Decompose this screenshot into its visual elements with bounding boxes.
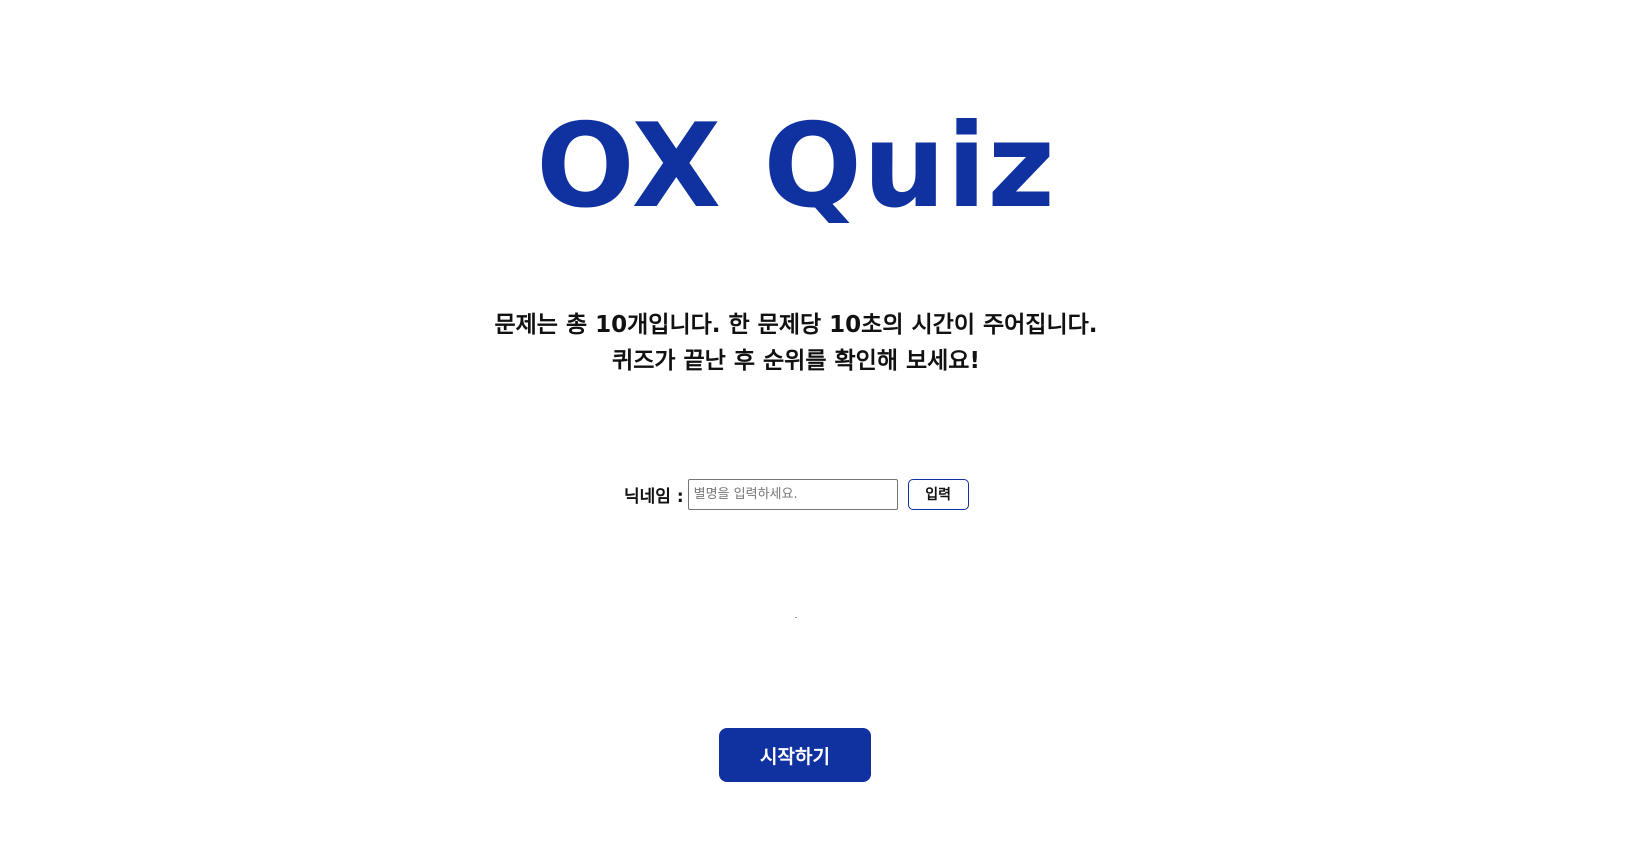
instructions-line-2: 퀴즈가 끝난 후 순위를 확인해 보세요! bbox=[612, 348, 980, 374]
nickname-label: 닉네임 : bbox=[624, 486, 684, 507]
page-title: OX Quiz bbox=[536, 99, 1056, 234]
quiz-instructions: 문제는 총 10개입니다. 한 문제당 10초의 시간이 주어집니다. 퀴즈가 … bbox=[0, 307, 1592, 379]
nickname-input[interactable] bbox=[687, 478, 898, 510]
start-button[interactable]: 시작하기 bbox=[719, 728, 871, 782]
divider-dot bbox=[795, 617, 797, 618]
quiz-start-page: OX Quiz 문제는 총 10개입니다. 한 문제당 10초의 시간이 주어집… bbox=[0, 0, 1627, 865]
nickname-submit-button[interactable]: 입력 bbox=[907, 478, 969, 510]
nickname-form: 닉네임 : 입력 bbox=[624, 478, 969, 510]
instructions-line-1: 문제는 총 10개입니다. 한 문제당 10초의 시간이 주어집니다. bbox=[494, 312, 1098, 338]
